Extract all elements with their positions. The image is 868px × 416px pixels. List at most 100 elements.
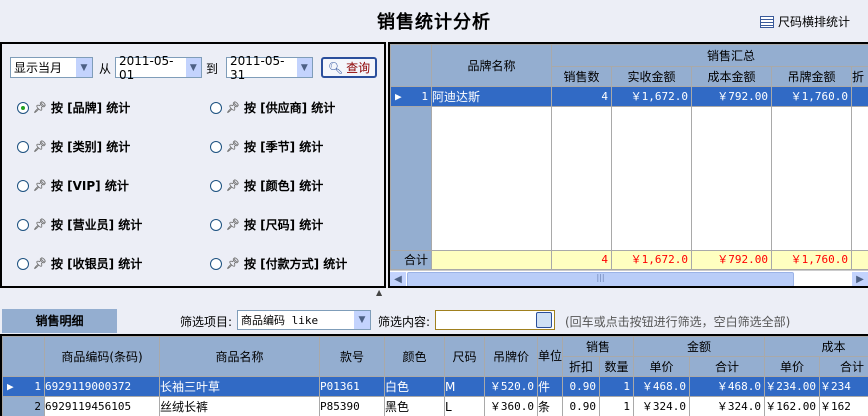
chevron-down-icon[interactable]: ▼: [185, 58, 201, 77]
radio-button[interactable]: [210, 218, 222, 231]
col-unit[interactable]: 单位: [537, 336, 563, 377]
cell-price[interactable]: ￥324.0: [633, 396, 691, 416]
cell-total[interactable]: ￥468.0: [689, 376, 766, 397]
radio-button[interactable]: [210, 140, 222, 153]
cell-name[interactable]: 长袖三叶草: [159, 376, 320, 397]
col-discount[interactable]: 折: [850, 66, 868, 87]
table-row[interactable]: ▶ 1 阿迪达斯 4 ￥1,672.0 ￥792.00 ￥1,760.0: [390, 86, 868, 107]
col-qty[interactable]: 数量: [598, 356, 635, 377]
col-size[interactable]: 尺码: [444, 336, 485, 377]
cell-size[interactable]: M: [444, 376, 485, 397]
stat-option-9[interactable]: 📌︎ 按 [付款方式] 统计: [210, 255, 347, 272]
cell-color[interactable]: 白色: [384, 376, 445, 397]
cell-tag-price[interactable]: ￥360.0: [484, 396, 538, 416]
col-cost-total[interactable]: 合计: [819, 356, 868, 377]
col-qty[interactable]: 销售数: [551, 66, 612, 87]
filter-button-icon[interactable]: [536, 312, 552, 328]
col-discount[interactable]: 折扣: [562, 356, 600, 377]
cell-unit[interactable]: 件: [537, 376, 563, 397]
filter-hint: (回车或点击按钮进行筛选，空白筛选全部): [565, 315, 791, 329]
cell-actual[interactable]: ￥1,672.0: [611, 86, 692, 107]
total-actual: ￥1,672.0: [611, 250, 692, 270]
cell-unit[interactable]: 条: [537, 396, 563, 416]
radio-button[interactable]: [210, 257, 222, 270]
to-date-picker[interactable]: 2011-05-31 ▼: [226, 54, 313, 82]
cell-cost-total[interactable]: ￥162: [819, 396, 868, 416]
radio-button[interactable]: [17, 218, 29, 231]
col-actual[interactable]: 实收金额: [611, 66, 692, 87]
cell-cost-price[interactable]: ￥234.00: [764, 376, 821, 397]
stat-option-1[interactable]: 📌︎ 按 [供应商] 统计: [210, 99, 335, 116]
radio-button[interactable]: [210, 179, 222, 192]
cell-code[interactable]: 6929119456105: [44, 396, 160, 416]
stat-option-4[interactable]: 📌︎ 按 [VIP] 统计: [17, 177, 129, 194]
stat-option-7[interactable]: 📌︎ 按 [尺码] 统计: [210, 216, 323, 233]
cell-discount[interactable]: 0.90: [562, 376, 600, 397]
filter-content-label: 筛选内容:: [378, 315, 431, 329]
cell-code[interactable]: 6929119000372: [44, 376, 160, 397]
col-price[interactable]: 单价: [633, 356, 691, 377]
col-code[interactable]: 商品编码(条码): [44, 336, 160, 377]
cell-color[interactable]: 黑色: [384, 396, 445, 416]
table-row[interactable]: ▶ 1 6929119000372 长袖三叶草 P01361 白色 M ￥520.0 件 0.90…: [2, 376, 868, 397]
cell-style[interactable]: P01361: [319, 376, 385, 397]
col-tag-price[interactable]: 吊牌价: [484, 336, 538, 377]
radio-button[interactable]: [17, 179, 29, 192]
tab-sales-detail[interactable]: 销售明细: [2, 309, 117, 333]
horizontal-scrollbar[interactable]: ◀ ||| ▶: [390, 270, 868, 286]
radio-button[interactable]: [210, 101, 222, 114]
cell-tag-price[interactable]: ￥520.0: [484, 376, 538, 397]
splitter-handle[interactable]: ▲: [376, 288, 382, 298]
chevron-down-icon[interactable]: ▼: [354, 311, 370, 329]
cell-total[interactable]: ￥324.0: [689, 396, 766, 416]
scroll-right-icon[interactable]: ▶: [852, 272, 868, 286]
cell-price[interactable]: ￥468.0: [633, 376, 691, 397]
cell-discount[interactable]: 0.90: [562, 396, 600, 416]
table-row[interactable]: 2 6929119456105 丝绒长裤 P85390 黑色 L ￥360.0 条 0.90 1 ￥…: [2, 396, 868, 416]
filter-item-value: 商品编码 like: [241, 314, 319, 327]
col-color[interactable]: 颜色: [384, 336, 445, 377]
stat-option-6[interactable]: 📌︎ 按 [营业员] 统计: [17, 216, 142, 233]
col-tag[interactable]: 吊牌金额: [771, 66, 852, 87]
cell-brand[interactable]: 阿迪达斯: [431, 86, 552, 107]
cell-tag[interactable]: ￥1,760.0: [771, 86, 852, 107]
cell-size[interactable]: L: [444, 396, 485, 416]
radio-button[interactable]: [17, 140, 29, 153]
filter-content-input[interactable]: [435, 310, 555, 330]
col-cost-price[interactable]: 单价: [764, 356, 821, 377]
col-brand[interactable]: 品牌名称: [431, 44, 552, 87]
col-cost[interactable]: 成本金额: [691, 66, 772, 87]
from-date-picker[interactable]: 2011-05-01 ▼: [115, 54, 202, 82]
radio-button[interactable]: [17, 101, 29, 114]
period-select[interactable]: 显示当月 ▼: [10, 57, 93, 78]
chevron-down-icon[interactable]: ▼: [76, 58, 92, 77]
cell-style[interactable]: P85390: [319, 396, 385, 416]
stat-option-2[interactable]: 📌︎ 按 [类别] 统计: [17, 138, 130, 155]
radio-button[interactable]: [17, 257, 29, 270]
cell-qty[interactable]: 1: [598, 376, 635, 397]
filter-item-select[interactable]: 商品编码 like ▼: [237, 310, 371, 330]
cell-qty[interactable]: 4: [551, 86, 612, 107]
stat-option-label: 按 [付款方式] 统计: [243, 257, 348, 271]
cell-cost[interactable]: ￥792.00: [691, 86, 772, 107]
stat-option-5[interactable]: 📌︎ 按 [颜色] 统计: [210, 177, 323, 194]
cell-cost-total[interactable]: ￥234: [819, 376, 868, 397]
stat-option-label: 按 [尺码] 统计: [243, 218, 324, 232]
query-button[interactable]: 🔍︎ 查询: [321, 57, 377, 78]
scroll-thumb[interactable]: |||: [407, 272, 794, 286]
total-row: 合计 4 ￥1,672.0 ￥792.00 ￥1,760.0: [390, 250, 868, 270]
col-name[interactable]: 商品名称: [159, 336, 320, 377]
size-stats-label: 尺码横排统计: [778, 15, 851, 29]
cell-cost-price[interactable]: ￥162.00: [764, 396, 821, 416]
col-total[interactable]: 合计: [689, 356, 766, 377]
size-stats-button[interactable]: 尺码横排统计: [760, 13, 850, 30]
cell-qty[interactable]: 1: [598, 396, 635, 416]
stat-option-0[interactable]: 📌︎ 按 [品牌] 统计: [17, 99, 130, 116]
stat-option-8[interactable]: 📌︎ 按 [收银员] 统计: [17, 255, 142, 272]
stat-option-3[interactable]: 📌︎ 按 [季节] 统计: [210, 138, 323, 155]
from-date-value: 2011-05-01: [119, 53, 174, 82]
scroll-left-icon[interactable]: ◀: [390, 272, 406, 286]
col-style[interactable]: 款号: [319, 336, 385, 377]
cell-name[interactable]: 丝绒长裤: [159, 396, 320, 416]
chevron-down-icon[interactable]: ▼: [296, 58, 312, 77]
